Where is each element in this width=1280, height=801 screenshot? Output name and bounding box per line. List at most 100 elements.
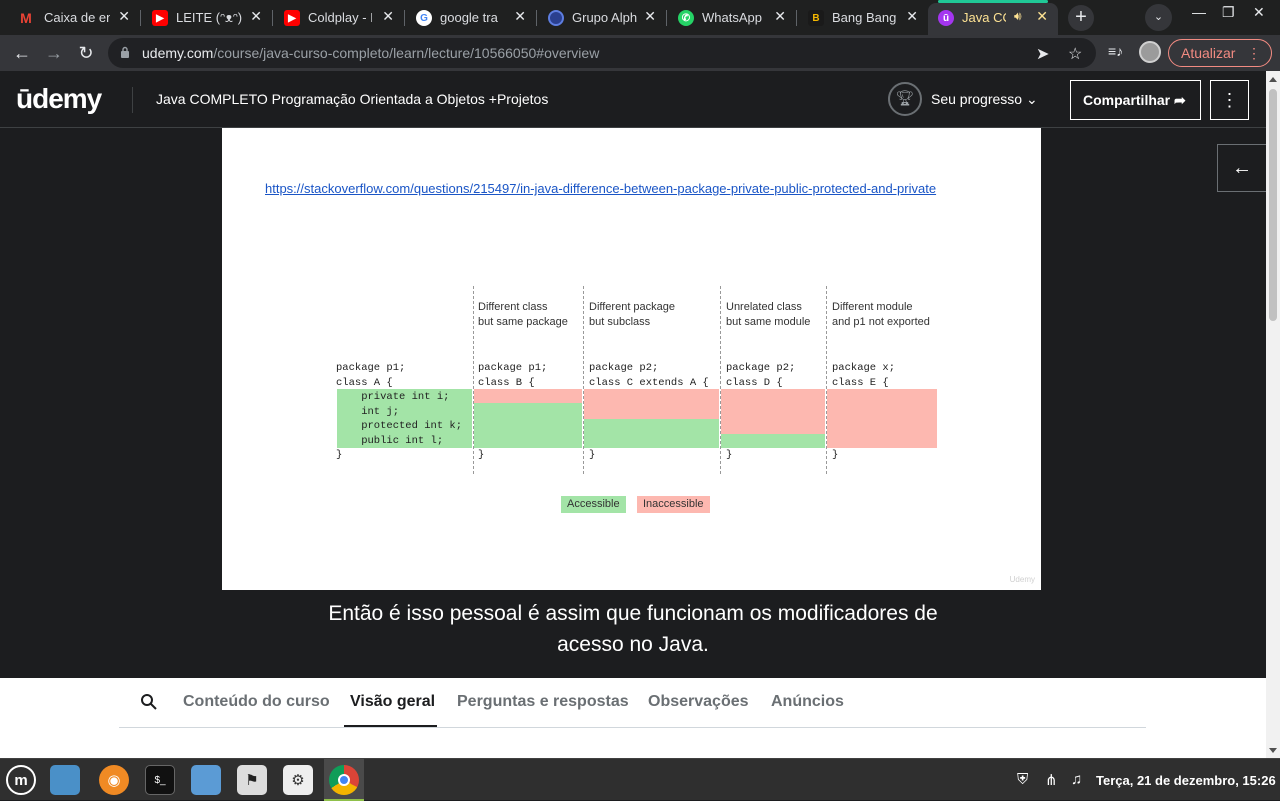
terminal-icon[interactable]: $_ xyxy=(145,765,175,795)
trophy-icon[interactable]: 🏆︎ xyxy=(888,82,922,116)
tab-questions-answers[interactable]: Perguntas e respostas xyxy=(457,693,629,711)
divider xyxy=(119,727,1146,728)
column-header: Different package but subclass xyxy=(589,301,676,328)
gmail-icon: M xyxy=(20,10,32,26)
page-scrollbar[interactable] xyxy=(1266,71,1280,758)
browser-tab[interactable]: Grupo Alph ✕ xyxy=(536,3,666,32)
scroll-down-icon[interactable] xyxy=(1269,748,1277,753)
whatsapp-icon: ✆ xyxy=(678,10,694,26)
clock[interactable]: Terça, 21 de dezembro, 15:26 xyxy=(1096,773,1276,788)
files-icon[interactable] xyxy=(191,765,221,795)
tab-title: LEITE (ᵔᴥᵔ) xyxy=(176,10,243,25)
address-bar[interactable]: udemy.com/course/java-curso-completo/lea… xyxy=(108,38,1096,68)
minimize-icon[interactable]: — xyxy=(1192,4,1206,20)
tab-announcements[interactable]: Anúncios xyxy=(771,693,844,711)
tab-title: Java CO xyxy=(962,10,1006,25)
code-class-c: package p2; class C extends A { } xyxy=(589,362,709,461)
os-taskbar: m ◉ $_ ⚑ ⚙ ⛨ ⋔ ♫ Terça, 21 de dezembro, … xyxy=(0,758,1280,801)
code-class-a: package p1; class A { private int i; int… xyxy=(336,362,463,461)
slide-watermark: Udemy xyxy=(1009,575,1035,584)
back-icon[interactable]: ← xyxy=(10,41,34,65)
more-options-button[interactable]: ⋮ xyxy=(1210,80,1249,120)
legend-inaccessible: Inaccessible xyxy=(637,496,710,513)
browser-tab[interactable]: ▶ Coldplay - I ✕ xyxy=(272,3,404,32)
url-text: udemy.com/course/java-curso-completo/lea… xyxy=(142,45,600,61)
music-note-icon[interactable]: ♫ xyxy=(1071,771,1082,788)
network-icon[interactable]: ⋔ xyxy=(1045,771,1058,789)
forward-icon[interactable]: → xyxy=(42,41,66,65)
browser-tab[interactable]: G google tra ✕ xyxy=(404,3,536,32)
udemy-icon: ū xyxy=(938,10,954,26)
scrollbar-thumb[interactable] xyxy=(1269,89,1277,321)
video-caption: Então é isso pessoal é assim que funcion… xyxy=(0,598,1266,660)
settings-gear-icon[interactable]: ⚙ xyxy=(283,765,313,795)
browser-tab[interactable]: M Caixa de en ✕ xyxy=(0,3,140,32)
chevron-down-icon: ⌄ xyxy=(1025,91,1038,107)
bookmark-star-icon[interactable]: ☆ xyxy=(1068,44,1082,64)
close-icon[interactable]: ✕ xyxy=(644,8,656,25)
send-icon[interactable]: ➤ xyxy=(1036,44,1049,64)
update-button[interactable]: Atualizar ⋮ xyxy=(1168,39,1272,67)
browser-tab-strip: M Caixa de en ✕ ▶ LEITE (ᵔᴥᵔ) ✕ ▶ Coldpl… xyxy=(0,0,1280,35)
caption-line: acesso no Java. xyxy=(557,633,709,656)
udemy-logo[interactable]: ūdemy xyxy=(16,83,102,115)
show-desktop-icon[interactable] xyxy=(50,765,80,795)
close-icon[interactable]: ✕ xyxy=(906,8,918,25)
lock-icon xyxy=(121,46,129,58)
tab-title: Bang Bang xyxy=(832,10,896,25)
back-arrow-button[interactable]: ← xyxy=(1217,144,1266,192)
share-button[interactable]: Compartilhar ➦ xyxy=(1070,80,1201,120)
tab-title: google tra xyxy=(440,10,498,25)
tab-title: WhatsApp xyxy=(702,10,762,25)
scroll-up-icon[interactable] xyxy=(1269,77,1277,82)
counter-strike-icon[interactable]: ⚑ xyxy=(237,765,267,795)
column-header: Different module and p1 not exported xyxy=(832,301,930,328)
shield-icon[interactable]: ⛨ xyxy=(1017,771,1028,788)
mint-menu-icon[interactable]: m xyxy=(6,765,36,795)
youtube-icon: ▶ xyxy=(152,10,168,26)
close-icon[interactable]: ✕ xyxy=(250,8,262,25)
close-icon[interactable]: ✕ xyxy=(514,8,526,25)
course-title[interactable]: Java COMPLETO Programação Orientada a Ob… xyxy=(156,91,548,107)
circle-icon xyxy=(548,10,564,26)
youtube-icon: ▶ xyxy=(284,10,300,26)
google-icon: G xyxy=(416,10,432,26)
search-icon[interactable] xyxy=(140,693,158,711)
caption-line: Então é isso pessoal é assim que funcion… xyxy=(328,602,938,625)
progress-dropdown[interactable]: Seu progresso ⌄ xyxy=(931,91,1038,108)
tab-course-content[interactable]: Conteúdo do curso xyxy=(183,693,330,711)
profile-avatar[interactable] xyxy=(1139,41,1161,63)
speaker-icon[interactable]: 🔊︎ xyxy=(1014,9,1022,24)
restore-icon[interactable]: ❐ xyxy=(1222,4,1235,21)
close-icon[interactable]: ✕ xyxy=(774,8,786,25)
media-control-icon[interactable]: ≡♪ xyxy=(1108,43,1123,59)
course-tabs: Conteúdo do curso Visão geral Perguntas … xyxy=(0,678,1266,758)
firefox-icon[interactable]: ◉ xyxy=(99,765,129,795)
close-icon[interactable]: ✕ xyxy=(1036,8,1048,25)
tab-notes[interactable]: Observações xyxy=(648,693,749,711)
column-header: Unrelated class but same module xyxy=(726,301,811,328)
close-icon[interactable]: ✕ xyxy=(118,8,130,25)
code-class-d: package p2; class D { } xyxy=(726,362,796,461)
new-tab-button[interactable]: + xyxy=(1068,5,1094,31)
browser-toolbar: ← → ↻ udemy.com/course/java-curso-comple… xyxy=(0,35,1280,71)
code-class-b: package p1; class B { } xyxy=(478,362,548,461)
udemy-header: ūdemy Java COMPLETO Programação Orientad… xyxy=(0,71,1266,128)
close-window-icon[interactable]: ✕ xyxy=(1253,4,1265,21)
tab-search-button[interactable]: ⌄ xyxy=(1145,4,1172,31)
browser-tab[interactable]: ✆ WhatsApp ✕ xyxy=(666,3,796,32)
tab-title: Caixa de en xyxy=(44,10,110,25)
reload-icon[interactable]: ↻ xyxy=(74,41,98,65)
share-arrow-icon: ➦ xyxy=(1174,92,1186,108)
video-player[interactable]: https://stackoverflow.com/questions/2154… xyxy=(0,128,1266,678)
tab-overview[interactable]: Visão geral xyxy=(350,693,435,711)
chrome-icon[interactable] xyxy=(329,765,359,795)
slide-link: https://stackoverflow.com/questions/2154… xyxy=(265,181,937,196)
close-icon[interactable]: ✕ xyxy=(382,8,394,25)
legend-accessible: Accessible xyxy=(561,496,626,513)
divider xyxy=(132,87,133,113)
lecture-slide: https://stackoverflow.com/questions/2154… xyxy=(222,128,1041,590)
browser-tab-active[interactable]: ū Java CO 🔊︎ ✕ xyxy=(928,0,1058,35)
browser-tab[interactable]: B Bang Bang ✕ xyxy=(796,3,928,32)
browser-tab[interactable]: ▶ LEITE (ᵔᴥᵔ) ✕ xyxy=(140,3,272,32)
